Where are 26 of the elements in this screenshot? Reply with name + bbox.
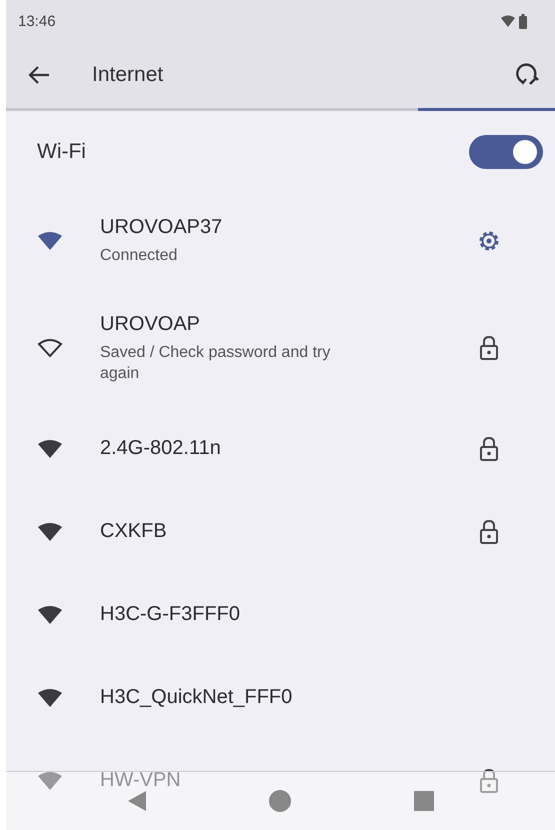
page-title: Internet xyxy=(92,63,164,87)
battery-icon xyxy=(519,14,527,28)
network-item[interactable]: CXKFB xyxy=(6,490,555,573)
recents-icon[interactable] xyxy=(414,791,434,811)
network-name: 2.4G-802.11n xyxy=(100,437,222,460)
network-name: HW-VPN xyxy=(100,769,182,792)
back-icon[interactable] xyxy=(127,790,148,812)
network-name: H3C-G-F3FFF0 xyxy=(100,603,241,626)
network-status: Connected xyxy=(100,246,178,266)
wifi-status-icon xyxy=(500,15,516,27)
home-icon[interactable] xyxy=(269,790,292,812)
network-name: UROVOAP xyxy=(100,312,202,336)
network-item[interactable]: UROVOAP37 Connected xyxy=(6,193,555,289)
wifi-label: Wi-Fi xyxy=(37,140,86,164)
network-name: CXKFB xyxy=(100,520,168,543)
network-name: UROVOAP37 xyxy=(100,216,224,239)
wifi-toggle[interactable] xyxy=(469,135,543,169)
network-name: H3C_QuickNet_FFF0 xyxy=(100,686,294,709)
network-item[interactable]: H3C_QuickNet_FFF0 xyxy=(6,656,555,739)
settings-icon[interactable] xyxy=(477,229,501,253)
network-item[interactable]: H3C-G-F3FFF0 xyxy=(6,573,555,656)
network-status: Saved / Check password and try again xyxy=(100,342,332,384)
network-item[interactable]: 2.4G-802.11n xyxy=(6,407,555,490)
network-item[interactable]: UROVOAP Saved / Check password and try again xyxy=(6,289,555,407)
status-time: 13:46 xyxy=(18,12,56,30)
back-arrow-icon[interactable] xyxy=(28,66,50,84)
